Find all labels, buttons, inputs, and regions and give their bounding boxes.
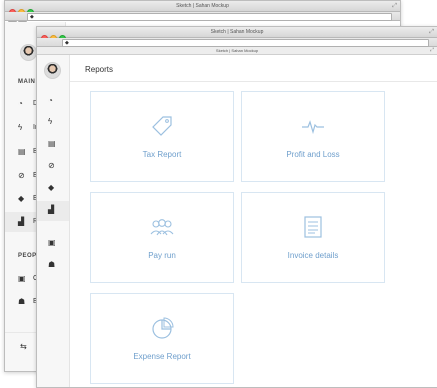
tax-report-card[interactable]: Tax Report [90, 91, 234, 182]
back-toolbar: ‹› ◆ [5, 12, 400, 29]
card-label: Invoice details [287, 251, 339, 260]
sketch-diamond-icon: ◆ [65, 40, 69, 46]
window-title: Sketch | Sahan Mockup [176, 3, 229, 9]
invoice-details-card[interactable]: Invoice details [241, 192, 385, 283]
avatar[interactable] [44, 62, 61, 79]
briefcase-icon[interactable]: ▤ [18, 147, 26, 157]
compass-icon[interactable]: ⊘ [18, 171, 25, 181]
lightning-icon[interactable]: ϟ [18, 123, 22, 133]
lightning-icon[interactable]: ϟ [48, 117, 52, 127]
pulse-icon [242, 114, 384, 138]
card-icon[interactable]: ▣ [48, 238, 56, 248]
card-label: Profit and Loss [286, 150, 340, 159]
card-label: Expense Report [133, 352, 191, 361]
pie-chart-icon [91, 316, 233, 340]
header-divider [70, 81, 437, 82]
users-icon[interactable]: ☗ [18, 297, 25, 307]
profit-and-loss-card[interactable]: Profit and Loss [241, 91, 385, 182]
avatar[interactable] [20, 44, 37, 61]
address-bar[interactable]: ◆ [27, 13, 392, 21]
window-title: Sketch | Sahan Mockup [210, 29, 264, 35]
bar-chart-icon[interactable]: ▟ [48, 205, 54, 215]
front-toolbar: ‹› ◆ [37, 38, 437, 55]
swap-arrows-icon[interactable]: ⇆ [20, 342, 27, 352]
expense-report-card[interactable]: Expense Report [90, 293, 234, 384]
users-icon[interactable]: ☗ [48, 260, 55, 270]
pay-run-card[interactable]: Pay run [90, 192, 234, 283]
app-fullscreen-icon[interactable]: ⤢ [430, 47, 434, 54]
front-titlebar: Sketch | Sahan Mockup ⤢ [37, 27, 437, 42]
document-icon [242, 215, 384, 239]
compass-icon[interactable]: ⊘ [48, 161, 55, 171]
page-title: Reports [85, 65, 114, 74]
fullscreen-icon[interactable]: ⤢ [429, 28, 434, 36]
dashboard-icon[interactable]: ◔ [48, 96, 53, 106]
tag-icon[interactable]: ◆ [48, 183, 54, 193]
bar-chart-icon[interactable]: ▟ [18, 217, 24, 227]
tag-icon [91, 114, 233, 138]
back-titlebar: Sketch | Sahan Mockup ⤢ [5, 1, 400, 16]
app-title: Sketch | Sahan Mockup [215, 48, 259, 53]
card-label: Pay run [148, 251, 176, 260]
card-label: Tax Report [142, 150, 182, 159]
tag-icon[interactable]: ◆ [18, 194, 24, 204]
dashboard-icon[interactable]: ◔ [18, 99, 23, 109]
people-group-icon [91, 215, 233, 239]
card-icon[interactable]: ▣ [18, 274, 26, 284]
front-sidebar: ◔ ϟ ▤ ⊘ ◆ ▟ ▣ ☗ [37, 55, 70, 387]
app-titlebar: Sketch | Sahan Mockup ⤢ [37, 47, 437, 55]
address-bar[interactable]: ◆ [62, 39, 429, 47]
briefcase-icon[interactable]: ▤ [48, 139, 56, 149]
sketch-diamond-icon: ◆ [30, 14, 34, 20]
fullscreen-icon[interactable]: ⤢ [392, 2, 397, 10]
front-window: Sketch | Sahan Mockup ⤢ ‹› ◆ Sketch | Sa… [36, 26, 437, 388]
